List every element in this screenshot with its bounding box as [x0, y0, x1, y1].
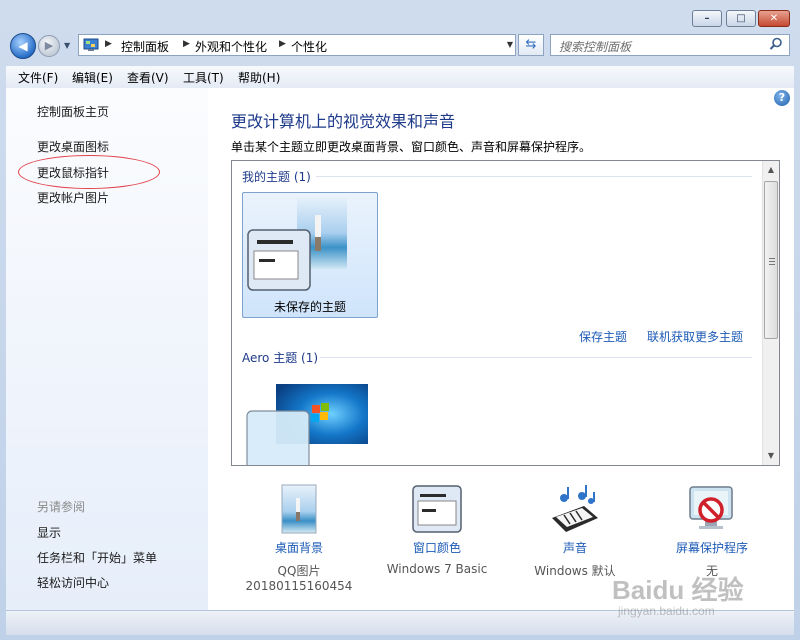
group-divider — [320, 357, 752, 358]
close-icon: ✕ — [769, 13, 779, 24]
maximize-icon: □ — [736, 13, 746, 24]
address-bar[interactable]: ▶ 控制面板 ▶ 外观和个性化 ▶ 个性化 ▼ — [78, 34, 516, 56]
forward-arrow-icon: ▶ — [44, 39, 54, 52]
help-icon[interactable]: ? — [774, 90, 790, 106]
grip-line — [769, 261, 775, 262]
screensaver-label: 屏幕保护程序 — [675, 541, 748, 555]
see-also-taskbar-start-menu[interactable]: 任务栏和「开始」菜单 — [37, 549, 157, 566]
navigation-bar: ◀ ▶ ▼ ▶ 控制面板 ▶ 外观和个性化 ▶ 个性化 ▼ ⇆ 搜索控制面板 — [0, 30, 800, 62]
sidebar-link-change-account-picture[interactable]: 更改帐户图片 — [37, 189, 109, 206]
save-theme-link[interactable]: 保存主题 — [579, 328, 627, 345]
theme-unsaved[interactable]: 未保存的主题 — [242, 192, 378, 318]
minimize-button[interactable]: – — [692, 10, 722, 27]
screensaver-item[interactable]: 屏幕保护程序 无 — [652, 484, 772, 584]
group-divider — [316, 176, 752, 177]
see-also-ease-of-access[interactable]: 轻松访问中心 — [37, 574, 109, 591]
watermark-logo: Baidu 经验 — [612, 575, 744, 605]
desktop-background-icon — [281, 484, 317, 534]
breadcrumb-control-panel[interactable]: 控制面板 — [121, 38, 169, 55]
desktop-background-item[interactable]: 桌面背景 QQ图片 20180115160454 — [239, 484, 359, 596]
address-dropdown-icon[interactable]: ▼ — [507, 40, 513, 49]
highlight-annotation — [18, 155, 160, 189]
sound-label: 声音 — [562, 541, 587, 555]
screensaver-icon — [689, 486, 733, 529]
watermark-url: jingyan.baidu.com — [618, 604, 715, 618]
back-arrow-icon: ◀ — [18, 39, 28, 53]
search-icon[interactable] — [769, 37, 783, 51]
search-box[interactable]: 搜索控制面板 — [550, 34, 790, 56]
theme-label: 未保存的主题 — [273, 300, 346, 314]
menu-view[interactable]: 查看(V) — [127, 69, 169, 86]
theme-list[interactable]: 我的主题 (1) 未保存的主题 保存主题 联机获取更多主题 Aero 主题 (1… — [231, 160, 780, 466]
desktop-background-label: 桌面背景 — [274, 541, 323, 555]
back-button[interactable]: ◀ — [10, 33, 36, 59]
refresh-icon: ⇆ — [525, 37, 537, 52]
theme-list-scrollbar[interactable]: ▲ ▼ — [762, 161, 779, 465]
control-panel-window: – □ ✕ ◀ ▶ ▼ ▶ 控制面板 ▶ 外观和个性化 ▶ 个性化 ▼ ⇆ 搜索… — [0, 0, 800, 640]
maximize-button[interactable]: □ — [726, 10, 756, 27]
grip-line — [769, 264, 775, 265]
sound-item[interactable]: 声音 Windows 默认 — [515, 484, 635, 584]
page-subtitle: 单击某个主题立即更改桌面背景、窗口颜色、声音和屏幕保护程序。 — [231, 140, 592, 154]
scroll-down-icon[interactable]: ▼ — [763, 451, 779, 460]
breadcrumb-personalization[interactable]: 个性化 — [291, 38, 327, 55]
search-placeholder: 搜索控制面板 — [559, 40, 632, 54]
breadcrumb-separator-icon: ▶ — [105, 39, 112, 49]
get-more-themes-online-link[interactable]: 联机获取更多主题 — [647, 328, 743, 345]
group-heading-my-themes: 我的主题 (1) — [242, 170, 311, 184]
theme-thumbnail-icon — [247, 197, 347, 291]
menu-edit[interactable]: 编辑(E) — [72, 69, 113, 86]
refresh-button[interactable]: ⇆ — [518, 34, 544, 56]
see-also-heading: 另请参阅 — [37, 500, 86, 514]
see-also-display[interactable]: 显示 — [37, 524, 61, 541]
sound-icon — [552, 485, 598, 532]
scroll-up-icon[interactable]: ▲ — [763, 165, 779, 174]
desktop-background-value: QQ图片 — [277, 564, 321, 578]
menu-help[interactable]: 帮助(H) — [238, 69, 280, 86]
breadcrumb-appearance[interactable]: 外观和个性化 — [195, 38, 267, 55]
window-color-item[interactable]: 窗口颜色 Windows 7 Basic — [377, 484, 497, 584]
scroll-thumb[interactable] — [764, 181, 778, 339]
menu-bar: 文件(F) 编辑(E) 查看(V) 工具(T) 帮助(H) — [6, 66, 794, 89]
group-heading-aero-themes: Aero 主题 (1) — [242, 351, 319, 365]
menu-file[interactable]: 文件(F) — [18, 69, 58, 86]
close-button[interactable]: ✕ — [758, 10, 790, 27]
page-title: 更改计算机上的视觉效果和声音 — [231, 112, 456, 131]
breadcrumb-separator-icon: ▶ — [183, 39, 190, 49]
window-color-label: 窗口颜色 — [412, 541, 461, 555]
forward-button[interactable]: ▶ — [38, 35, 60, 57]
window-color-value: Windows 7 Basic — [386, 562, 488, 576]
menu-tools[interactable]: 工具(T) — [183, 69, 224, 86]
desktop-background-value-2: 20180115160454 — [245, 579, 353, 593]
minimize-icon: – — [704, 13, 710, 24]
window-color-icon — [412, 485, 462, 533]
windows7-theme-thumbnail-icon[interactable] — [242, 381, 378, 466]
sidebar-link-change-desktop-icons[interactable]: 更改桌面图标 — [37, 138, 109, 155]
breadcrumb-separator-icon: ▶ — [279, 39, 286, 49]
control-panel-icon — [83, 38, 99, 51]
recent-pages-dropdown-icon[interactable]: ▼ — [64, 41, 70, 50]
sidebar-link-control-panel-home[interactable]: 控制面板主页 — [37, 103, 109, 120]
grip-line — [769, 258, 775, 259]
